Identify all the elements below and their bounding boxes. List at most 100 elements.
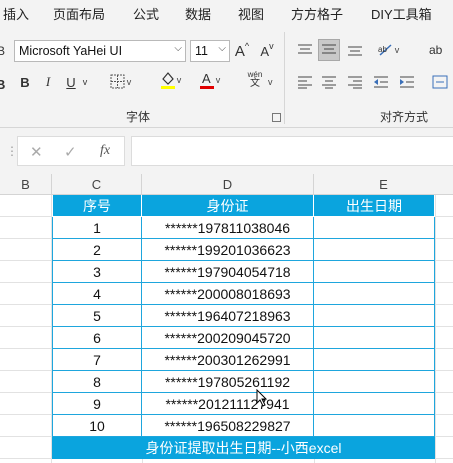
ribbon: B B Microsoft YaHei UI ⌵ 11 ⌵ A ^ Av B I … [0, 26, 453, 128]
header-cell-seq[interactable]: 序号 [52, 195, 142, 217]
column-header-e[interactable]: E [314, 174, 453, 195]
birthdate-cell[interactable] [314, 349, 435, 371]
italic-button[interactable]: I [41, 71, 55, 93]
seq-cell[interactable]: 2 [52, 239, 142, 261]
confirm-icon[interactable]: ✓ [64, 143, 77, 161]
chevron-down-icon[interactable]: v [268, 77, 273, 87]
align-middle-icon [322, 44, 336, 54]
tab-insert[interactable]: 插入 [3, 4, 29, 23]
svg-text:ab: ab [378, 45, 387, 54]
table-row: 8 ******197805261192 [52, 371, 435, 393]
id-cell[interactable]: ******200301262991 [142, 349, 314, 371]
header-cell-birthdate[interactable]: 出生日期 [314, 195, 435, 217]
wrap-text-button[interactable]: ab [429, 39, 453, 61]
fill-bucket-icon [160, 72, 175, 89]
align-top-button[interactable] [294, 39, 316, 61]
tab-formulas[interactable]: 公式 [133, 4, 159, 23]
column-header-c[interactable]: C [52, 174, 142, 195]
formula-input[interactable] [131, 136, 453, 166]
chevron-down-icon[interactable]: v [80, 71, 90, 93]
header-cell-id[interactable]: 身份证 [142, 195, 314, 217]
column-header-b[interactable]: B [0, 174, 52, 195]
align-center-button[interactable] [318, 71, 340, 93]
tab-data[interactable]: 数据 [185, 4, 211, 23]
font-color-button[interactable]: A v [195, 69, 223, 91]
font-color-icon: A [199, 71, 214, 89]
fill-color-button[interactable]: v [155, 69, 185, 91]
seq-cell[interactable]: 6 [52, 327, 142, 349]
birthdate-cell[interactable] [314, 393, 435, 415]
table-row: 7 ******200301262991 [52, 349, 435, 371]
merge-center-button[interactable] [429, 71, 451, 93]
seq-cell[interactable]: 7 [52, 349, 142, 371]
font-size-value: 11 [195, 44, 208, 58]
decrease-indent-button[interactable] [370, 71, 392, 93]
birthdate-cell[interactable] [314, 305, 435, 327]
birthdate-cell[interactable] [314, 239, 435, 261]
id-cell[interactable]: ******196508229827 [142, 415, 314, 437]
birthdate-cell[interactable] [314, 217, 435, 239]
font-name-value: Microsoft YaHei UI [19, 44, 123, 58]
font-name-select[interactable]: Microsoft YaHei UI ⌵ [14, 40, 186, 62]
table-row: 5 ******196407218963 [52, 305, 435, 327]
id-cell[interactable]: ******197805261192 [142, 371, 314, 393]
chevron-down-icon: ⌵ [218, 43, 226, 54]
decrease-indent-icon [374, 76, 388, 88]
birthdate-cell[interactable] [314, 415, 435, 437]
id-cell[interactable]: ******197904054718 [142, 261, 314, 283]
align-bottom-icon [348, 46, 362, 56]
table-row: 1 ******197811038046 [52, 217, 435, 239]
tab-fangfang[interactable]: 方方格子 [291, 4, 343, 23]
table-footer-banner[interactable]: 身份证提取出生日期--小西excel [52, 437, 435, 459]
align-right-button[interactable] [344, 71, 366, 93]
birthdate-cell[interactable] [314, 371, 435, 393]
seq-cell[interactable]: 1 [52, 217, 142, 239]
seq-cell[interactable]: 3 [52, 261, 142, 283]
id-cell[interactable]: ******199201036623 [142, 239, 314, 261]
seq-cell[interactable]: 5 [52, 305, 142, 327]
dialog-launcher-icon[interactable] [272, 113, 281, 122]
table-row: 2 ******199201036623 [52, 239, 435, 261]
group-separator [284, 32, 285, 124]
id-cell[interactable]: ******200008018693 [142, 283, 314, 305]
increase-indent-icon [400, 76, 414, 88]
align-center-icon [322, 76, 336, 89]
grow-font-button[interactable]: A ^ [233, 40, 251, 62]
mouse-cursor-icon [256, 389, 268, 407]
borders-button[interactable]: v [105, 71, 135, 93]
align-bottom-button[interactable] [344, 39, 366, 61]
shrink-font-button[interactable]: Av [258, 40, 276, 62]
align-right-icon [348, 76, 362, 89]
birthdate-cell[interactable] [314, 261, 435, 283]
seq-cell[interactable]: 8 [52, 371, 142, 393]
birthdate-cell[interactable] [314, 327, 435, 349]
orientation-button[interactable]: ab v [373, 39, 403, 61]
underline-button[interactable]: U [64, 71, 78, 93]
font-size-select[interactable]: 11 ⌵ [190, 40, 230, 62]
id-cell[interactable]: ******201211127941 [142, 393, 314, 415]
id-cell[interactable]: ******200209045720 [142, 327, 314, 349]
increase-indent-button[interactable] [396, 71, 418, 93]
tab-diy-toolbox[interactable]: DIY工具箱 [371, 4, 432, 23]
seq-cell[interactable]: 10 [52, 415, 142, 437]
align-middle-button[interactable] [318, 39, 340, 61]
insert-function-icon[interactable]: fx [100, 143, 110, 159]
cancel-icon[interactable]: ✕ [30, 143, 43, 161]
tab-view[interactable]: 视图 [238, 4, 264, 23]
birthdate-cell[interactable] [314, 283, 435, 305]
id-cell[interactable]: ******197811038046 [142, 217, 314, 239]
wrap-text-label: ab [429, 43, 443, 57]
seq-cell[interactable]: 4 [52, 283, 142, 305]
align-left-button[interactable] [294, 71, 316, 93]
column-header-d[interactable]: D [142, 174, 314, 195]
formula-bar: ⋮ ✕ ✓ fx [0, 128, 453, 174]
ribbon-tab-strip: 插入 页面布局 公式 数据 视图 方方格子 DIY工具箱 [0, 0, 453, 26]
borders-icon [110, 74, 125, 89]
seq-cell[interactable]: 9 [52, 393, 142, 415]
phonetic-guide-button[interactable]: wén 文 [240, 68, 270, 90]
bold-button[interactable]: B [17, 71, 33, 93]
id-cell[interactable]: ******196407218963 [142, 305, 314, 327]
tab-page-layout[interactable]: 页面布局 [53, 4, 105, 23]
ribbon-left-edge-bold: B [0, 77, 6, 92]
font-group-label: 字体 [126, 110, 151, 124]
